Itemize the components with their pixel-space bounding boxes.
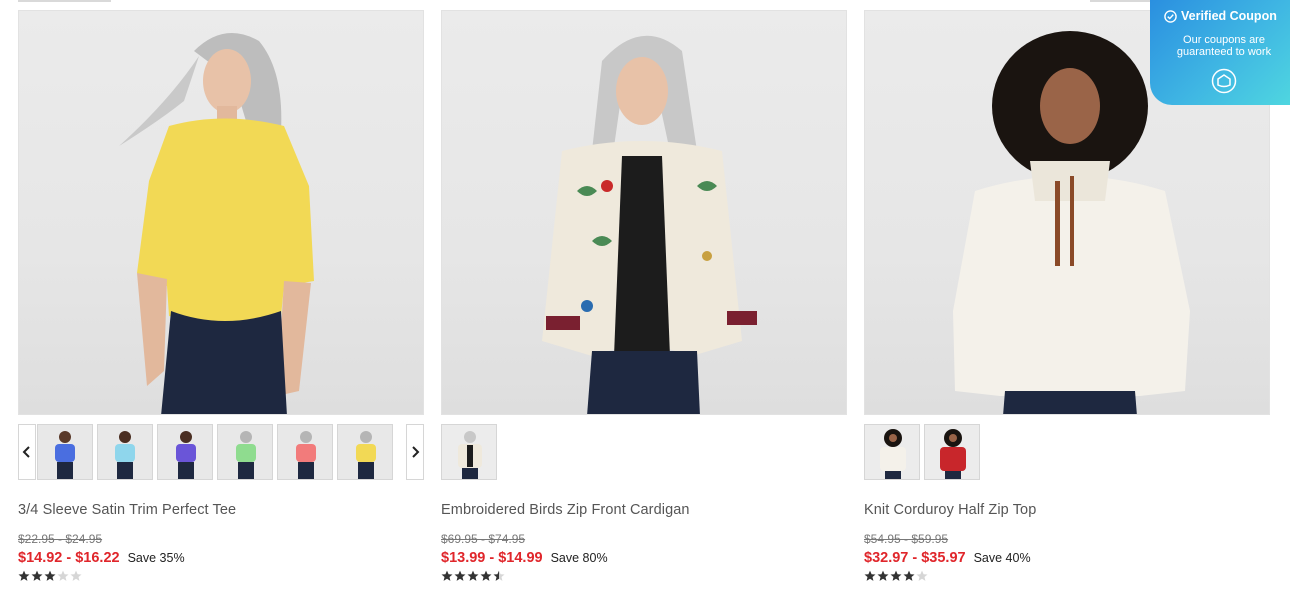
star-icon <box>467 570 479 581</box>
price-line: $14.92 - $16.22 Save 35% <box>18 550 185 566</box>
product-title[interactable]: Knit Corduroy Half Zip Top <box>864 502 1036 518</box>
chevron-left-icon <box>22 446 30 458</box>
star-icon <box>57 570 69 581</box>
price-line: $32.97 - $35.97 Save 40% <box>864 550 1031 566</box>
coupon-subtext: Our coupons are guaranteed to work <box>1150 34 1290 58</box>
star-icon <box>454 570 466 581</box>
swatch-green[interactable] <box>217 424 273 480</box>
star-icon <box>890 570 902 581</box>
product-title[interactable]: Embroidered Birds Zip Front Cardigan <box>441 502 690 518</box>
product-image[interactable] <box>18 10 424 415</box>
chevron-right-icon <box>412 446 420 458</box>
rating-stars <box>18 570 82 582</box>
color-swatch-carousel <box>864 424 1270 480</box>
swatch-image <box>338 425 392 479</box>
star-icon <box>44 570 56 581</box>
original-price: $22.95 - $24.95 <box>18 532 103 546</box>
swatch-ivory[interactable] <box>864 424 920 480</box>
star-icon <box>480 570 492 581</box>
color-swatch-carousel <box>18 424 424 480</box>
original-price: $69.95 - $74.95 <box>441 532 526 546</box>
swatch-yellow[interactable] <box>337 424 393 480</box>
sale-price: $14.92 - $16.22 <box>18 550 120 566</box>
color-swatch-carousel <box>441 424 847 480</box>
sale-price: $32.97 - $35.97 <box>864 550 966 566</box>
swatch-image <box>442 425 496 479</box>
swatch-red[interactable] <box>924 424 980 480</box>
sale-price: $13.99 - $14.99 <box>441 550 543 566</box>
rating-stars <box>864 570 928 582</box>
star-icon <box>877 570 889 581</box>
swatch-image <box>218 425 272 479</box>
product-card[interactable]: Embroidered Birds Zip Front Cardigan $69… <box>441 10 847 581</box>
swatch-image <box>158 425 212 479</box>
top-divider-left <box>18 0 111 2</box>
star-icon <box>864 570 876 581</box>
rating-stars <box>441 570 505 582</box>
coupon-subtext-line-2: guaranteed to work <box>1176 46 1272 58</box>
star-icon <box>18 570 30 581</box>
coupon-subtext-line-1: Our coupons are <box>1183 34 1265 46</box>
swatch-blue[interactable] <box>37 424 93 480</box>
swatch-image <box>925 425 979 479</box>
star-icon <box>916 570 928 581</box>
swatch-image <box>865 425 919 479</box>
carousel-next-button[interactable] <box>406 424 424 480</box>
swatch-image <box>98 425 152 479</box>
carousel-prev-button[interactable] <box>18 424 36 480</box>
coupon-heading: Verified Coupon <box>1164 9 1277 23</box>
star-icon <box>31 570 43 581</box>
star-icon <box>493 570 505 581</box>
product-image[interactable] <box>441 10 847 415</box>
verified-coupon-badge[interactable]: Verified Coupon Our coupons are guarante… <box>1150 0 1290 105</box>
swatch-image <box>38 425 92 479</box>
check-circle-icon <box>1164 9 1177 23</box>
save-percent: Save 40% <box>973 551 1031 565</box>
product-title[interactable]: 3/4 Sleeve Satin Trim Perfect Tee <box>18 502 236 518</box>
save-percent: Save 35% <box>127 551 185 565</box>
original-price: $54.95 - $59.95 <box>864 532 949 546</box>
coupon-heading-text: Verified Coupon <box>1181 9 1277 23</box>
product-card[interactable]: 3/4 Sleeve Satin Trim Perfect Tee $22.95… <box>18 10 424 581</box>
model-photo <box>119 33 314 414</box>
swatch-purple[interactable] <box>157 424 213 480</box>
top-divider-right <box>1090 0 1150 2</box>
swatch-ivory[interactable] <box>441 424 497 480</box>
swatch-light-blue[interactable] <box>97 424 153 480</box>
swatch-coral[interactable] <box>277 424 333 480</box>
swatch-image <box>278 425 332 479</box>
coupon-brand-icon <box>1211 68 1237 94</box>
price-line: $13.99 - $14.99 Save 80% <box>441 550 608 566</box>
star-icon <box>70 570 82 581</box>
star-icon <box>441 570 453 581</box>
save-percent: Save 80% <box>550 551 608 565</box>
star-icon <box>903 570 915 581</box>
model-photo <box>542 35 757 414</box>
